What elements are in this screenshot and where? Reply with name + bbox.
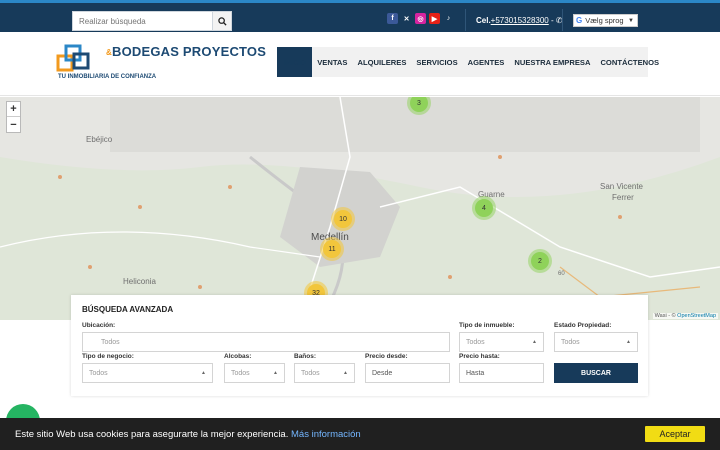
nav-alquileres[interactable]: ALQUILERES (352, 47, 411, 77)
top-search (72, 11, 232, 31)
caret-icon: ▲ (343, 370, 348, 376)
social-links: f ✕ ◎ ▶ ♪ (387, 13, 454, 24)
more-info-link[interactable]: Más información (291, 429, 361, 440)
precio-desde-input[interactable]: Desde (365, 363, 450, 383)
precio-desde-label: Precio desde: (365, 353, 408, 360)
map-cluster[interactable]: 2 (531, 252, 549, 270)
ubicacion-label: Ubicación: (82, 322, 116, 329)
nav-contactenos[interactable]: CONTÁCTENOS (595, 47, 664, 77)
map-cluster[interactable]: 11 (323, 240, 341, 258)
nav-agentes[interactable]: AGENTES (463, 47, 510, 77)
ubicacion-field[interactable]: Todos (82, 332, 450, 352)
banos-select[interactable]: Todos ▲ (294, 363, 355, 383)
site-logo[interactable]: &BODEGAS PROYECTOS TU INMOBILIARIA DE CO… (56, 44, 266, 84)
estado-select[interactable]: Todos ▲ (554, 332, 638, 352)
caret-icon: ▲ (626, 339, 631, 345)
caret-icon: ▲ (532, 339, 537, 345)
nav-servicios[interactable]: SERVICIOS (411, 47, 462, 77)
search-icon (217, 16, 227, 26)
google-icon: G (576, 16, 583, 25)
cookie-message: Este sitio Web usa cookies para asegurar… (15, 429, 361, 440)
osm-link[interactable]: OpenStreetMap (677, 313, 716, 319)
zoom-in-button[interactable]: + (7, 102, 20, 117)
map-terrain (0, 97, 720, 320)
logo-subtitle: TU INMOBILIARIA DE CONFIANZA (58, 74, 157, 80)
logo-mark-icon (56, 44, 90, 72)
place-label: San Vicente (600, 182, 643, 191)
search-input[interactable] (72, 11, 212, 31)
estado-label: Estado Propiedad: (554, 322, 612, 329)
alcobas-label: Alcobas: (224, 353, 252, 360)
site-header: &BODEGAS PROYECTOS TU INMOBILIARIA DE CO… (0, 32, 720, 96)
precio-hasta-label: Precio hasta: (459, 353, 500, 360)
top-bar: f ✕ ◎ ▶ ♪ Cel.+573015328300 - ✆ G Vælg s… (0, 0, 720, 32)
instagram-icon[interactable]: ◎ (415, 13, 426, 24)
caret-icon: ▲ (201, 370, 206, 376)
language-select-label: Vælg sprog (585, 16, 624, 25)
place-label: Ferrer (612, 193, 634, 202)
map-cluster[interactable]: 10 (334, 210, 352, 228)
facebook-icon[interactable]: f (387, 13, 398, 24)
panel-title: BÚSQUEDA AVANZADA (82, 305, 174, 314)
phone-suffix: - (548, 16, 556, 25)
phone-number[interactable]: +573015328300 (491, 16, 549, 25)
tipo-inmueble-label: Tipo de inmueble: (459, 322, 515, 329)
place-label: Guarne (478, 190, 505, 199)
divider (465, 9, 466, 31)
nav-ventas[interactable]: VENTAS (312, 47, 352, 77)
tipo-negocio-label: Tipo de negocio: (82, 353, 134, 360)
phone-label: Cel. (476, 16, 491, 25)
tipo-negocio-select[interactable]: Todos ▲ (82, 363, 213, 383)
alcobas-select[interactable]: Todos ▲ (224, 363, 285, 383)
divider (562, 9, 563, 31)
logo-title: &BODEGAS PROYECTOS (106, 44, 267, 59)
cookie-banner: Este sitio Web usa cookies para asegurar… (0, 418, 720, 450)
zoom-out-button[interactable]: − (7, 117, 20, 132)
zoom-control: + − (6, 101, 21, 133)
x-icon[interactable]: ✕ (401, 13, 412, 24)
language-select[interactable]: G Vælg sprog ▼ (573, 14, 638, 27)
nav-nuestra-empresa[interactable]: NUESTRA EMPRESA (509, 47, 595, 77)
tiktok-icon[interactable]: ♪ (443, 13, 454, 24)
caret-icon: ▲ (273, 370, 278, 376)
tipo-inmueble-select[interactable]: Todos ▲ (459, 332, 544, 352)
place-label: Heliconia (123, 277, 156, 286)
precio-hasta-input[interactable]: Hasta (459, 363, 544, 383)
main-nav: INICIO VENTAS ALQUILERES SERVICIOS AGENT… (277, 47, 659, 77)
road-label: 60 (558, 271, 565, 277)
map-attribution: Wasi - © OpenStreetMap (652, 313, 718, 319)
accept-cookies-button[interactable]: Aceptar (645, 426, 705, 442)
banos-label: Baños: (294, 353, 317, 360)
property-map[interactable]: + − Ebéjico Medellín Guarne San Vicente … (0, 97, 720, 320)
phone-contact[interactable]: Cel.+573015328300 - ✆ (476, 16, 563, 25)
youtube-icon[interactable]: ▶ (429, 13, 440, 24)
place-label: Ebéjico (86, 135, 113, 144)
buscar-button[interactable]: BUSCAR (554, 363, 638, 383)
advanced-search-panel: BÚSQUEDA AVANZADA Ubicación: Todos Tipo … (71, 295, 648, 396)
dropdown-arrow-icon: ▼ (628, 17, 634, 24)
map-cluster[interactable]: 4 (475, 199, 493, 217)
nav-inicio[interactable]: INICIO (277, 47, 313, 77)
search-button[interactable] (212, 11, 232, 31)
